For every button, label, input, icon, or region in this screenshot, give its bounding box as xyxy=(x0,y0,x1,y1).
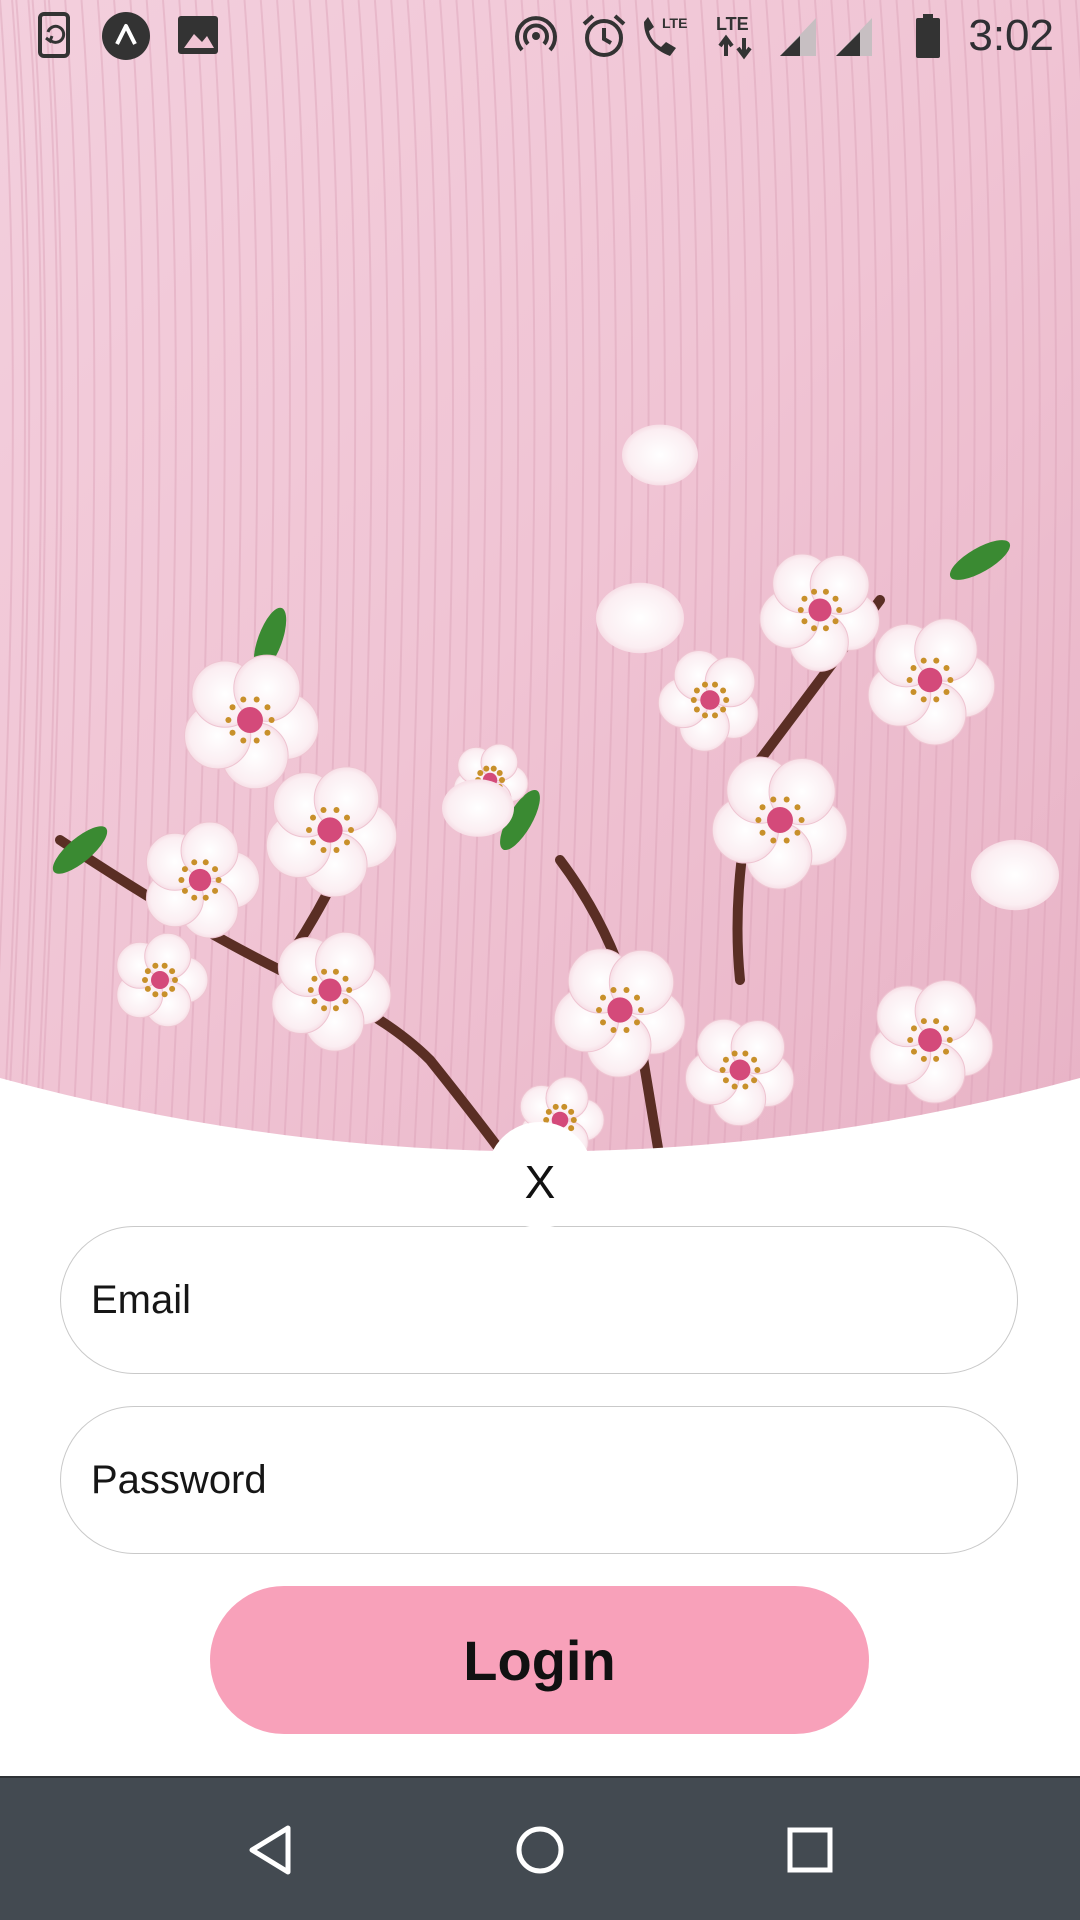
status-bar: LTE LTE 3:02 xyxy=(0,0,1080,72)
password-field[interactable] xyxy=(61,1407,1017,1553)
signal-2-icon xyxy=(834,12,874,60)
navigation-bar xyxy=(0,1776,1080,1920)
lte-call-icon: LTE xyxy=(638,12,694,60)
loose-petal xyxy=(442,779,514,837)
status-time: 3:02 xyxy=(968,11,1054,60)
hotspot-icon xyxy=(512,12,560,60)
email-field[interactable] xyxy=(61,1227,1017,1373)
phone-sync-icon xyxy=(36,12,76,60)
recents-icon[interactable] xyxy=(772,1812,848,1888)
close-button[interactable]: X xyxy=(0,1150,1080,1214)
svg-text:LTE: LTE xyxy=(716,14,749,34)
svg-text:LTE: LTE xyxy=(662,15,687,31)
email-field-container xyxy=(60,1226,1018,1374)
lte-data-icon: LTE xyxy=(714,12,762,60)
signal-1-icon xyxy=(778,12,818,60)
loose-petal xyxy=(596,582,684,654)
image-icon xyxy=(176,12,220,60)
home-icon[interactable] xyxy=(502,1812,578,1888)
battery-icon xyxy=(914,12,942,60)
app-a-icon xyxy=(100,12,152,60)
loose-petal xyxy=(622,424,698,486)
back-icon[interactable] xyxy=(232,1812,308,1888)
hero-image xyxy=(0,0,1080,1160)
login-button[interactable]: Login xyxy=(210,1586,869,1734)
loose-petal xyxy=(971,839,1059,911)
alarm-icon xyxy=(580,12,628,60)
password-field-container xyxy=(60,1406,1018,1554)
